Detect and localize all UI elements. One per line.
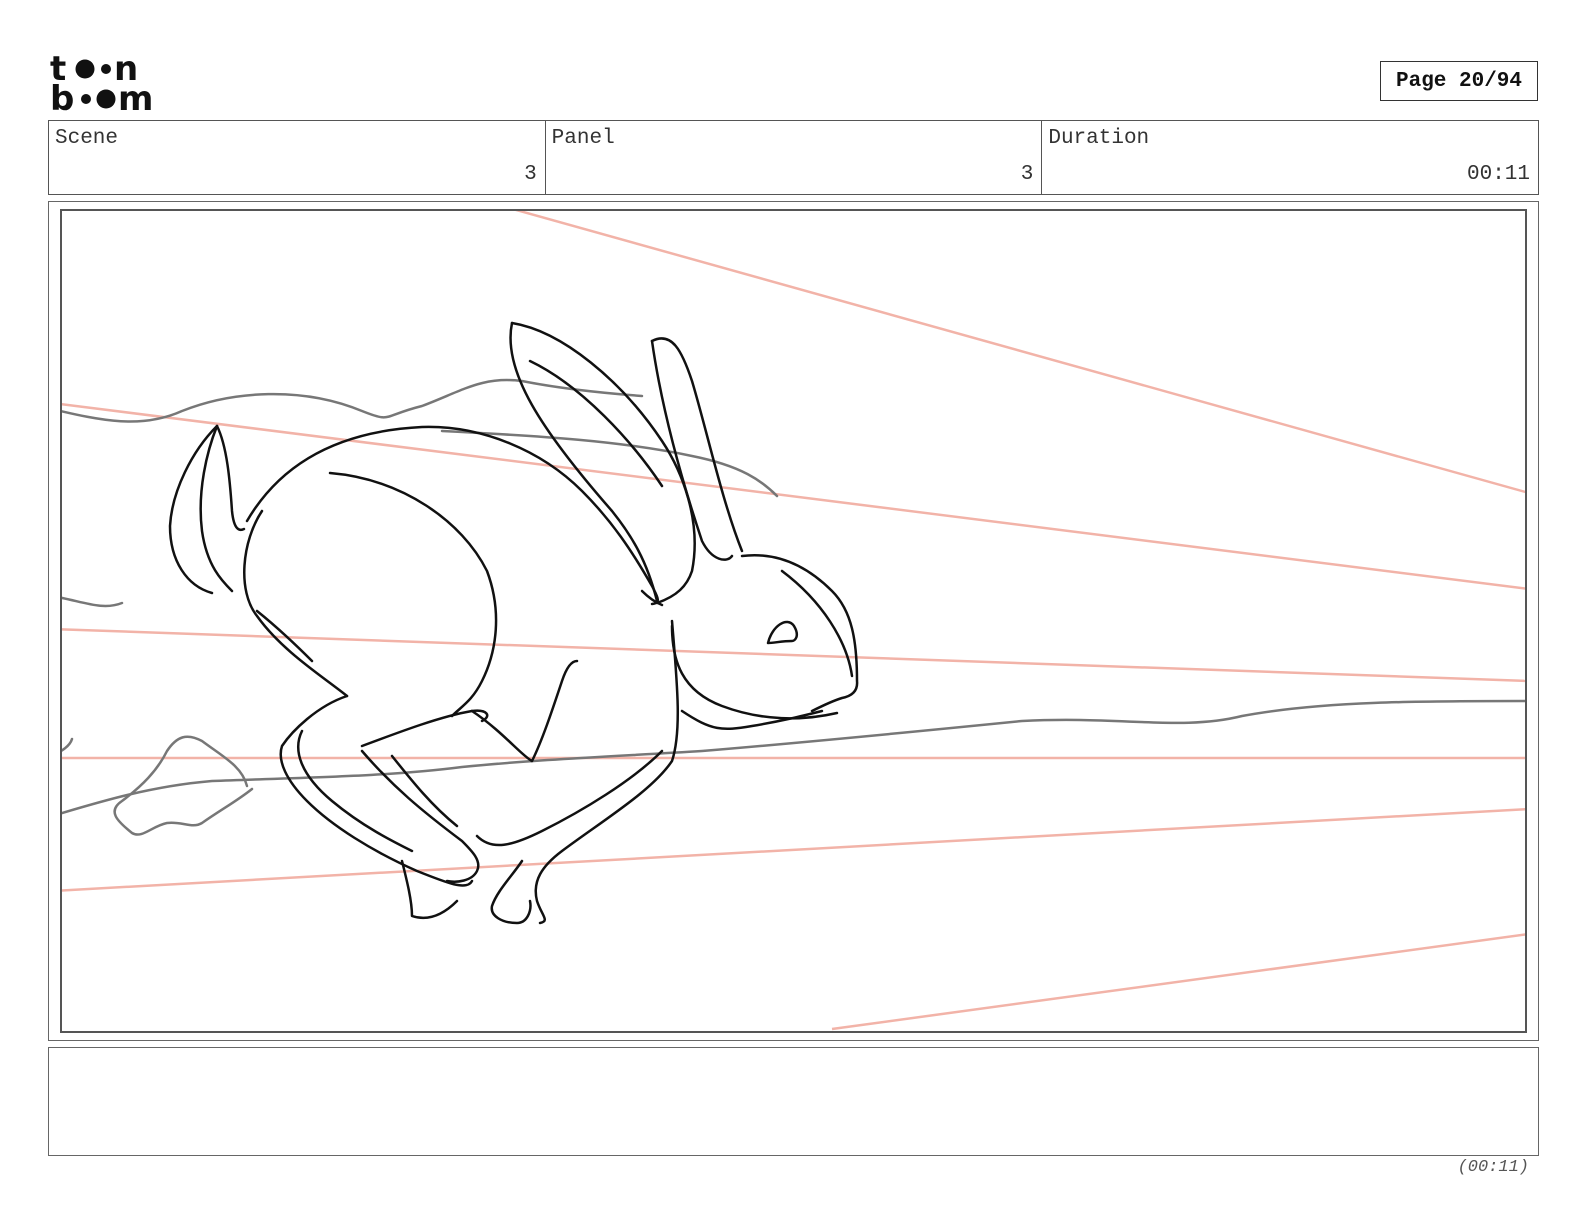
rabbit-sketch (62, 211, 1525, 1031)
panel-value: 3 (1020, 163, 1034, 186)
footer-duration: (00:11) (1457, 1158, 1529, 1177)
toonboom-logo: t n b m (50, 50, 166, 114)
camera-frame (60, 209, 1527, 1033)
scene-label: Scene (55, 127, 119, 150)
rabbit (168, 321, 859, 925)
duration-value: 00:11 (1467, 163, 1531, 186)
scene-cell: Scene 3 (49, 121, 546, 194)
page-indicator: Page 20/94 (1380, 61, 1538, 101)
svg-text:m: m (118, 79, 153, 114)
storyboard-frame (48, 201, 1539, 1041)
scene-value: 3 (524, 163, 537, 186)
panel-cell: Panel 3 (546, 121, 1043, 194)
svg-text:b: b (50, 79, 74, 114)
notes-box (48, 1047, 1539, 1156)
duration-label: Duration (1048, 127, 1150, 150)
panel-label: Panel (551, 127, 615, 150)
duration-cell: Duration 00:11 (1042, 121, 1538, 194)
speed-lines (62, 211, 1525, 1031)
panel-info-row: Scene 3 Panel 3 Duration 00:11 (48, 120, 1539, 195)
